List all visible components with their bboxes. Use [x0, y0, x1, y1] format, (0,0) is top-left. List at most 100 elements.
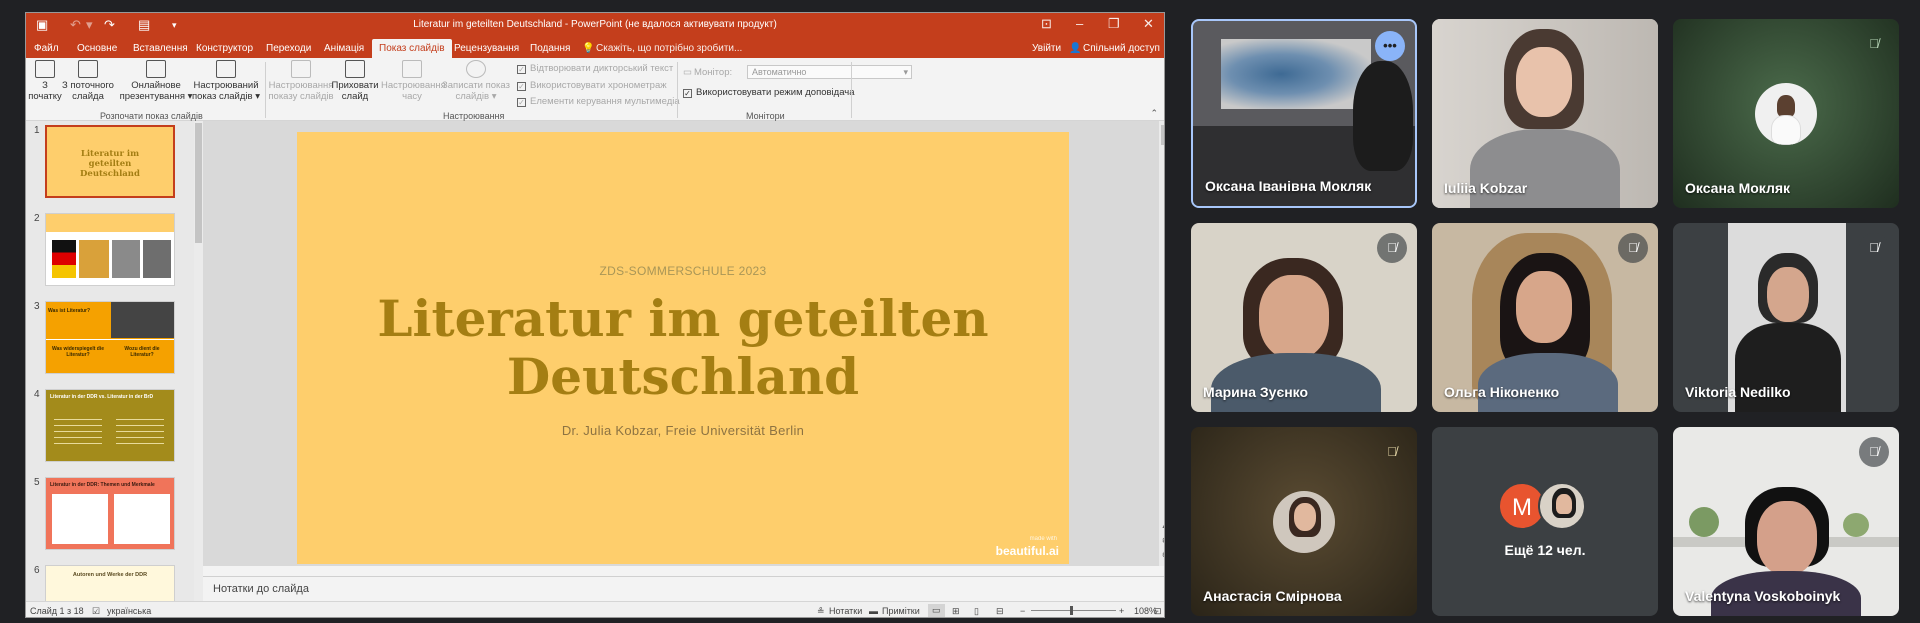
more-options-icon[interactable]: •••	[1375, 31, 1405, 61]
media-controls-checkbox[interactable]: ✓ Елементи керування мультимедіа	[517, 96, 680, 107]
fit-to-window-icon[interactable]: ⊡	[1154, 606, 1162, 617]
custom-show-icon	[216, 60, 236, 78]
reading-view-icon[interactable]: ▯	[974, 606, 979, 617]
other-participant-photo	[1538, 482, 1586, 530]
online-present-icon	[146, 60, 166, 78]
ribbon-display-icon[interactable]: ⊡	[1041, 17, 1052, 31]
participant-tile[interactable]: 🎙̸ Valentyna Voskoboinyk	[1673, 427, 1899, 616]
participant-tile[interactable]: 🎙̸ Viktoria Nedilko	[1673, 223, 1899, 412]
tell-me-icon: 💡	[582, 43, 595, 54]
participant-name: Оксана Мокляк	[1685, 180, 1791, 196]
zoom-slider-handle[interactable]	[1070, 606, 1073, 615]
slide-thumbnail-1[interactable]: Literatur im geteilten Deutschland	[45, 125, 175, 198]
notes-toggle-button[interactable]: Нотатки	[829, 606, 862, 616]
minimize-icon[interactable]: –	[1076, 17, 1083, 31]
online-present-button[interactable]: Онлайнове презентування ▾	[118, 60, 194, 102]
hide-slide-button[interactable]: Приховати слайд	[331, 60, 379, 102]
checkbox-box: ✓	[517, 82, 526, 91]
face	[1767, 267, 1809, 322]
share-icon: 👤	[1069, 43, 1082, 54]
language-indicator[interactable]: українська	[107, 606, 151, 616]
participant-tile[interactable]: 🎙̸ Оксана Мокляк	[1673, 19, 1899, 208]
from-start-button[interactable]: З початку	[26, 60, 64, 102]
window-title: Literatur im geteilten Deutschland - Pow…	[413, 19, 777, 30]
bullet-list	[54, 414, 102, 448]
slide-thumbnail-4[interactable]: Literatur in der DDR vs. Literatur in de…	[45, 389, 175, 462]
monitor-icon: ▭	[683, 67, 692, 78]
tell-me-search[interactable]: Скажіть, що потрібно зробити...	[596, 43, 742, 54]
rehearse-timings-button[interactable]: Настроювання часу	[381, 60, 446, 102]
slide-sorter-icon[interactable]: ⊞	[952, 606, 960, 617]
tab-review[interactable]: Рецензування	[454, 43, 519, 54]
tab-view[interactable]: Подання	[530, 43, 570, 54]
flag-image	[52, 240, 76, 278]
plant	[1843, 513, 1869, 537]
restore-icon[interactable]: ❐	[1108, 17, 1120, 31]
close-icon[interactable]: ✕	[1143, 17, 1154, 31]
zoom-out-icon[interactable]: −	[1020, 606, 1025, 616]
content-box	[114, 494, 170, 544]
avatar	[1273, 490, 1335, 553]
spellcheck-icon[interactable]: ☑	[92, 606, 100, 617]
setup-show-button[interactable]: Настроювання показу слайдів	[266, 60, 336, 102]
next-slide-icon[interactable]: ⇟	[1161, 551, 1164, 559]
ribbon: З початку З поточного слайда Онлайнове п…	[26, 58, 1164, 121]
sign-in-link[interactable]: Увійти	[1032, 43, 1061, 54]
share-button[interactable]: Спільний доступ	[1083, 43, 1160, 54]
use-timings-checkbox[interactable]: ✓ Використовувати хронометраж	[517, 80, 667, 91]
slide-counter: Слайд 1 з 18	[30, 606, 84, 616]
record-icon	[466, 60, 486, 78]
participant-name: Оксана Іванівна Мокляк	[1205, 178, 1372, 194]
normal-view-icon[interactable]: ▭	[928, 604, 945, 617]
play-narrations-checkbox[interactable]: ✓ Відтворювати дикторський текст	[517, 63, 673, 74]
presenter-view-checkbox[interactable]: ✓ Використовувати режим доповідача	[683, 87, 855, 98]
scroll-up-icon[interactable]: ▲	[1161, 523, 1164, 530]
participant-tile[interactable]: Iuliia Kobzar	[1432, 19, 1658, 208]
tab-animations[interactable]: Анімація	[324, 43, 364, 54]
tab-home[interactable]: Основне	[77, 43, 117, 54]
slide-author: Dr. Julia Kobzar, Freie Universität Berl…	[561, 423, 805, 438]
notes-pane[interactable]: Нотатки до слайда	[203, 576, 1164, 601]
zoom-slider[interactable]	[1031, 610, 1116, 611]
group-separator	[851, 62, 852, 118]
tab-transitions[interactable]: Переходи	[266, 43, 311, 54]
scrollbar-thumb[interactable]	[195, 123, 202, 243]
brand-logo: beautiful.ai	[995, 544, 1059, 558]
rehearse-icon	[402, 60, 422, 78]
slide-thumbnail-3[interactable]: Was ist Literatur? Was widerspiegelt die…	[45, 301, 175, 374]
participant-tile[interactable]: 🎙̸ Ольга Ніконенко	[1432, 223, 1658, 412]
participant-name: Анастасія Смірнова	[1203, 588, 1342, 604]
editor-scrollbar[interactable]: ▲ ⇞ ⇟	[1159, 121, 1164, 566]
from-current-button[interactable]: З поточного слайда	[60, 60, 116, 102]
collapse-ribbon-icon[interactable]: ⌃	[1150, 108, 1158, 119]
tab-slideshow[interactable]: Показ слайдів	[372, 39, 452, 58]
zoom-in-icon[interactable]: +	[1119, 606, 1124, 616]
participant-tile[interactable]: 🎙̸ Анастасія Смірнова	[1191, 427, 1417, 616]
slide-subtitle: ZDS-SOMMERSCHULE 2023	[599, 264, 767, 278]
current-slide[interactable]: ZDS-SOMMERSCHULE 2023 Literatur im getei…	[297, 132, 1069, 564]
monitor-label: Монітор:	[694, 67, 733, 78]
tab-design[interactable]: Конструктор	[196, 43, 253, 54]
tab-insert[interactable]: Вставлення	[133, 43, 188, 54]
monitor-select[interactable]: Автоматично ▾	[747, 65, 912, 79]
others-count-label: Ещё 12 чел.	[1504, 542, 1586, 558]
scrollbar-thumb[interactable]	[1161, 125, 1164, 145]
thumbnails-scrollbar[interactable]	[194, 121, 203, 603]
comments-button[interactable]: Примітки	[882, 606, 920, 616]
slide-thumbnail-6[interactable]: Autoren und Werke der DDR	[45, 565, 175, 601]
thumbnail-header	[46, 214, 174, 232]
prev-slide-icon[interactable]: ⇞	[1161, 537, 1164, 545]
slide-thumbnail-2[interactable]	[45, 213, 175, 286]
brand-caption: made with	[1029, 536, 1057, 542]
slideshow-view-icon[interactable]: ⊟	[996, 606, 1004, 617]
custom-show-button[interactable]: Настроюваний показ слайдів ▾	[190, 60, 262, 102]
slide-thumbnail-5[interactable]: Literatur in der DDR: Themen und Merkmal…	[45, 477, 175, 550]
participant-tile[interactable]: 🎙̸ Марина Зуєнко	[1191, 223, 1417, 412]
others-tile[interactable]: M Ещё 12 чел.	[1432, 427, 1658, 616]
tab-file[interactable]: Файл	[34, 43, 59, 54]
record-show-button[interactable]: Записати показ слайдів ▾	[441, 60, 511, 102]
setup-show-icon	[291, 60, 311, 78]
face	[1516, 271, 1572, 343]
participant-tile[interactable]: ••• Оксана Іванівна Мокляк	[1191, 19, 1417, 208]
title-bar: ▣ ↶ ▾ ↷ ▤ ▾ Literatur im geteilten Deuts…	[26, 13, 1164, 38]
